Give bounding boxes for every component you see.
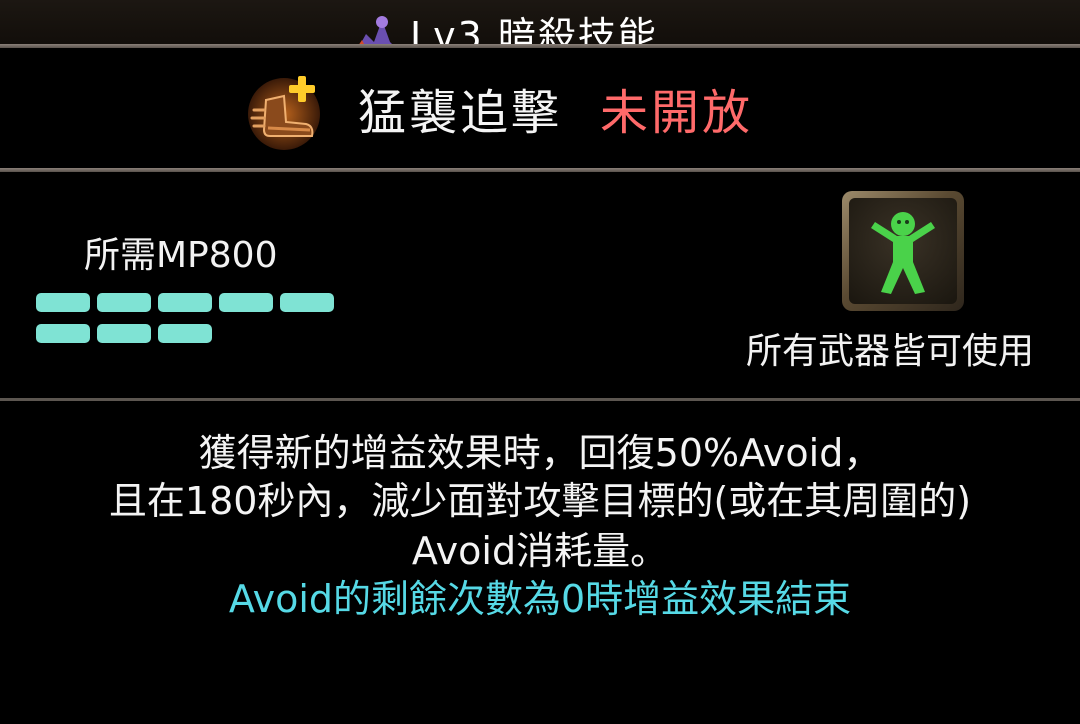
mp-bar (158, 293, 212, 312)
divider (0, 44, 1080, 48)
divider (0, 398, 1080, 401)
skill-description-line: Avoid消耗量。 (411, 529, 669, 573)
mp-bar (36, 324, 90, 343)
weapon-requirement-label: 所有武器皆可使用 (746, 331, 1035, 372)
skill-category-header: Lv3 暗殺技能 (0, 0, 1080, 44)
mp-bar (97, 324, 151, 343)
boot-plus-skill-icon (248, 76, 320, 150)
skill-category-title: Lv3 暗殺技能 (410, 14, 658, 44)
mp-bar (158, 324, 212, 343)
green-person-icon (871, 212, 935, 294)
skill-description-line: 獲得新的增益效果時，回復50%Avoid， (198, 431, 882, 475)
weapon-type-icon-frame (842, 191, 964, 311)
skill-status: 未開放 (600, 85, 754, 141)
mp-cost-bars (36, 293, 336, 347)
mp-bar (36, 293, 90, 312)
mp-bar (280, 293, 334, 312)
skill-end-condition: Avoid的剩餘次數為0時增益效果結束 (228, 577, 852, 621)
mp-bar (219, 293, 273, 312)
mp-bar (97, 293, 151, 312)
mp-cost-label: 所需MP800 (84, 235, 278, 276)
divider (0, 168, 1080, 172)
skill-name: 猛襲追擊 (358, 85, 563, 141)
class-emblem-icon (359, 16, 392, 44)
skill-description-line: 且在180秒內，減少面對攻擊目標的(或在其周圍的) (108, 479, 972, 523)
